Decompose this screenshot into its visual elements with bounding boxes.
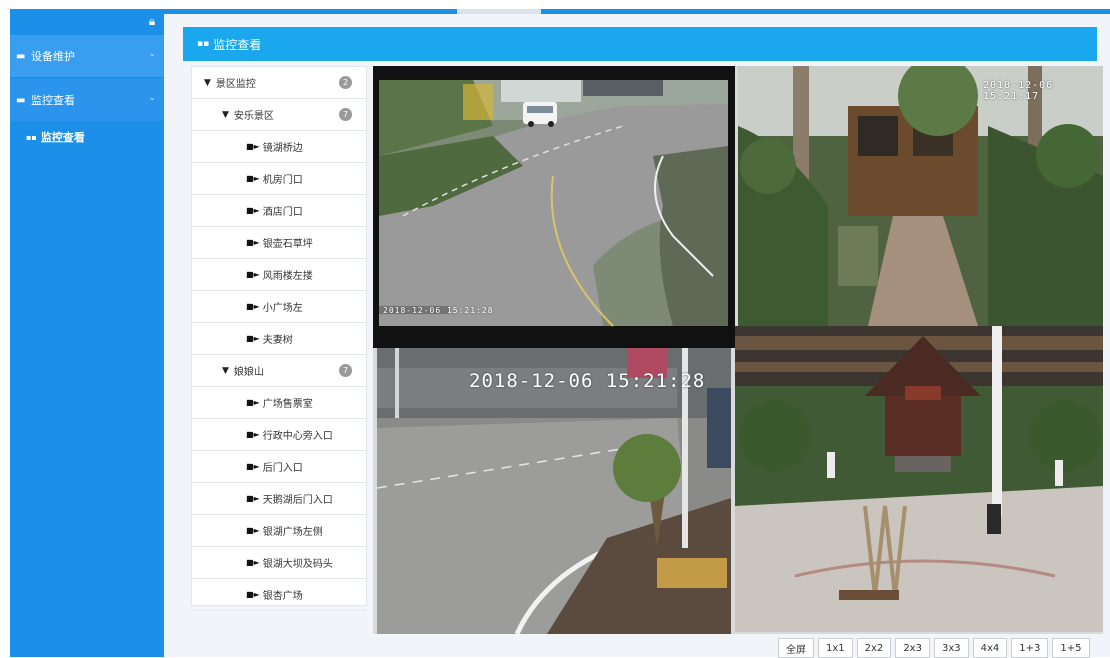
sidebar-lock-bar: 🔒︎ [10,9,164,35]
layout-button-2x3[interactable]: 2x3 [895,638,930,658]
tree-root-node[interactable]: ▼ 景区监控 2 [192,67,366,99]
grid-icon: ▪▪ [197,39,210,49]
page-header: ▪▪ 监控查看 [183,27,1097,61]
camera-label: 后门入口 [262,463,303,474]
sidebar-group-monitor-view[interactable]: ▬ 监控查看 ⌄ [10,79,164,121]
count-badge: 2 [339,76,352,89]
tree-group-node[interactable]: ▼ 娘娘山 7 [192,355,366,387]
chevron-down-icon: ⌄ [148,49,156,59]
sidebar-group-label: 监控查看 [31,94,75,107]
sidebar-item-label: 监控查看 [40,131,85,144]
tree-camera-item[interactable]: ■► 后门入口 [192,451,366,483]
tree-camera-item[interactable]: ■► 银湖广场左侧 [192,515,366,547]
camera-label: 广场售票室 [262,399,313,410]
tree-camera-item[interactable]: ■► 镜湖桥边 [192,131,366,163]
video-camera-icon: ■► [246,302,260,311]
layout-button-1plus5[interactable]: 1+5 [1052,638,1090,658]
top-strip [0,0,1110,9]
tree-camera-item[interactable]: ■► 夫妻树 [192,323,366,355]
camera-tree: ▼ 景区监控 2 ▼ 安乐景区 7 ■► 镜湖桥边 ■► 机房门口 ■► 酒店门口 ■… [191,66,367,611]
caret-down-icon: ▼ [222,365,229,376]
count-badge: 7 [339,108,352,121]
tree-node-label: 娘娘山 [233,367,264,378]
layout-button-1plus3[interactable]: 1+3 [1011,638,1049,658]
tree-camera-item[interactable]: ■► 小广场左 [192,291,366,323]
chevron-down-icon: ⌄ [148,93,156,103]
camera-label: 风雨楼左搂 [262,271,313,282]
sidebar-group-device-maintenance[interactable]: ▬ 设备维护 ⌄ [10,35,164,77]
sidebar: 🔒︎ ▬ 设备维护 ⌄ ▬ 监控查看 ⌄ ▪▪ 监控查看 [10,9,164,657]
video-frame-forest-path [738,66,1103,326]
caret-down-icon: ▼ [204,77,211,88]
video-frame-plaza [735,326,1103,632]
video-camera-icon: ■► [246,174,260,183]
tree-node-label: 景区监控 [215,79,256,90]
camera-label: 银杏广场 [262,591,303,602]
timestamp-overlay: 2018-12-06 15:21:17 [983,80,1054,102]
layout-button-2x2[interactable]: 2x2 [856,638,892,658]
video-camera-icon: ■► [246,398,260,407]
camera-label: 小广场左 [262,303,303,314]
grid-icon: ▪▪ [26,132,37,142]
video-grid: 2018-12-06 15:21:17 2018-12-06 15:21:28 [373,66,1103,634]
video-camera-icon: ■► [246,142,260,151]
timestamp-overlay: 2018-12-06 15:21:28 [469,370,706,392]
sidebar-group-label: 设备维护 [31,50,75,63]
lock-icon[interactable]: 🔒︎ [144,13,160,29]
layout-buttons: 全屏 1x1 2x2 2x3 3x3 4x4 1+3 1+5 [778,638,1090,658]
layout-button-1x1[interactable]: 1x1 [818,638,853,658]
tree-node-label: 安乐景区 [233,111,274,122]
tree-camera-item[interactable]: ■► 行政中心旁入口 [192,419,366,451]
video-camera-icon: ■► [246,430,260,439]
sidebar-item-monitor-view[interactable]: ▪▪ 监控查看 [10,123,164,151]
video-camera-icon: ■► [246,270,260,279]
camera-label: 酒店门口 [262,207,303,218]
video-feed-2[interactable]: 2018-12-06 15:21:17 [738,66,1103,326]
tree-camera-item[interactable]: ■► 银杏广场 [192,579,366,611]
camera-label: 天鹅湖后门入口 [262,495,333,506]
video-camera-icon: ■► [246,526,260,535]
video-camera-icon: ■► [246,494,260,503]
layout-button-3x3[interactable]: 3x3 [933,638,969,658]
tree-group-node[interactable]: ▼ 安乐景区 7 [192,99,366,131]
tree-camera-item[interactable]: ■► 银壶石草坪 [192,227,366,259]
video-feed-4[interactable] [735,326,1103,632]
tree-camera-item[interactable]: ■► 天鹅湖后门入口 [192,483,366,515]
tree-camera-item[interactable]: ■► 风雨楼左搂 [192,259,366,291]
tree-camera-item[interactable]: ■► 银湖大坝及码头 [192,547,366,579]
video-camera-icon: ■► [246,238,260,247]
video-camera-icon: ■► [246,462,260,471]
menu-icon: ▬ [16,94,26,106]
tree-camera-item[interactable]: ■► 广场售票室 [192,387,366,419]
video-camera-icon: ■► [246,206,260,215]
tree-camera-item[interactable]: ■► 酒店门口 [192,195,366,227]
page-title: 监控查看 [213,37,262,52]
camera-label: 银湖广场左侧 [262,527,323,538]
layout-button-fullscreen[interactable]: 全屏 [778,638,814,658]
main-content: ▪▪ 监控查看 ▼ 景区监控 2 ▼ 安乐景区 7 ■► 镜湖桥边 ■► 机房门口 … [164,14,1110,658]
video-camera-icon: ■► [246,590,260,599]
camera-label: 夫妻树 [262,335,293,346]
caret-down-icon: ▼ [222,109,229,120]
tree-camera-item[interactable]: ■► 机房门口 [192,163,366,195]
camera-label: 行政中心旁入口 [262,431,333,442]
video-camera-icon: ■► [246,334,260,343]
camera-label: 银壶石草坪 [262,239,313,250]
menu-icon: ▬ [16,50,26,62]
camera-label: 银湖大坝及码头 [262,559,333,570]
video-feed-3[interactable]: 2018-12-06 15:21:28 [377,348,731,634]
timestamp-overlay: 2018-12-06 15:21:28 [383,306,494,315]
camera-label: 镜湖桥边 [262,143,303,154]
layout-button-4x4[interactable]: 4x4 [972,638,1008,658]
count-badge: 7 [339,364,352,377]
camera-label: 机房门口 [262,175,303,186]
video-camera-icon: ■► [246,558,260,567]
